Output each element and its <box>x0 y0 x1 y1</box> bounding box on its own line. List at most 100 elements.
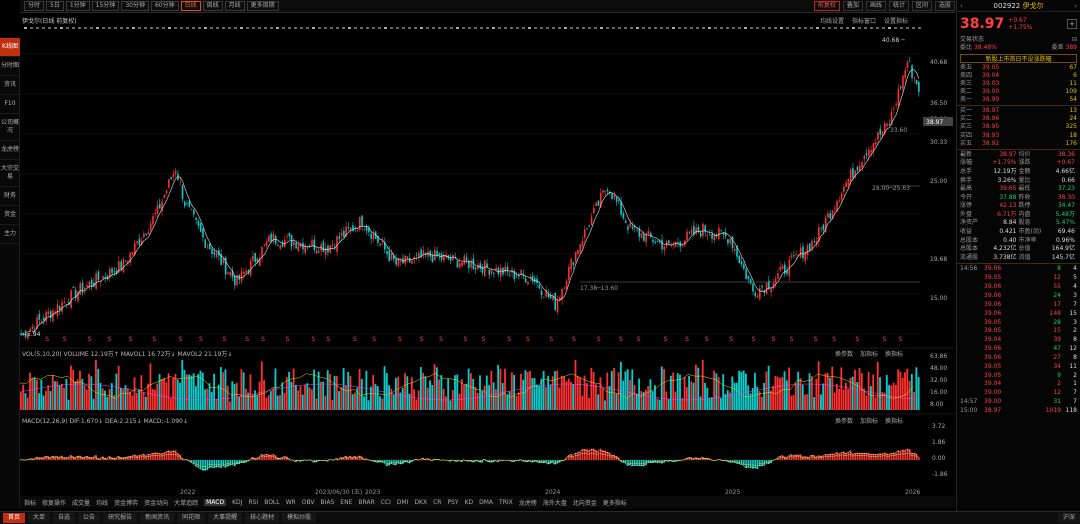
signal-marker: S <box>705 336 709 343</box>
volume-bar <box>522 379 525 410</box>
indicator-tab-14[interactable]: ENE <box>340 499 352 506</box>
candle-body <box>829 213 832 219</box>
footer-tab-2[interactable]: 自选 <box>53 513 76 523</box>
left-tab-0[interactable]: K线图 <box>0 38 20 57</box>
period-button-5[interactable]: 60分钟 <box>150 1 179 11</box>
volume-bar <box>51 374 54 410</box>
candle-body <box>747 275 750 280</box>
footer-tab-7[interactable]: 大事提醒 <box>208 513 243 523</box>
indicator-tab-23[interactable]: TRIX <box>499 499 513 506</box>
indicator-tab-13[interactable]: BIAS <box>320 499 334 506</box>
event-marker <box>900 27 903 29</box>
stat-label: 收益 <box>960 228 973 236</box>
period-button-9[interactable]: 更多周期 <box>246 1 279 11</box>
indicator-tab-15[interactable]: BRAR <box>358 499 374 506</box>
footer-tab-9[interactable]: 模拟炒股 <box>282 513 317 523</box>
tool-button-5[interactable]: 选股 <box>934 1 955 11</box>
indicator-tab-25[interactable]: 海外大盘 <box>543 498 567 507</box>
indicator-tab-19[interactable]: CR <box>433 499 441 506</box>
indicator-tab-6[interactable]: 大单追踪 <box>174 498 198 507</box>
tool-button-1[interactable]: 叠加 <box>842 1 863 11</box>
left-tab-3[interactable]: F10 <box>0 95 20 114</box>
indicator-tab-22[interactable]: DMA <box>479 499 493 506</box>
ratio-row: 委比 38.48% 委差 389 <box>960 44 1077 52</box>
event-marker <box>30 27 33 29</box>
kline-chart[interactable]: 伊戈尔(日线 前复权)均线设置指标窗口设置指标40.6836.5032.1230… <box>19 14 955 496</box>
candle-body <box>756 295 759 298</box>
period-button-6[interactable]: 日线 <box>180 1 201 11</box>
volume-bar <box>504 368 506 410</box>
footer-tab-6[interactable]: 同花顺 <box>177 513 206 523</box>
indicator-tab-26[interactable]: 北向资金 <box>573 498 597 507</box>
candle-body <box>297 245 300 252</box>
stat-value: 12.19万 <box>993 167 1017 175</box>
volume-bar <box>201 372 204 410</box>
indicator-tab-8[interactable]: KDJ <box>232 499 242 506</box>
indicator-tab-17[interactable]: DMI <box>397 499 409 506</box>
left-tab-4[interactable]: 公司概况 <box>0 114 20 141</box>
left-tab-2[interactable]: 资讯 <box>0 76 20 95</box>
candle-body <box>490 270 493 274</box>
candle-body <box>743 264 745 269</box>
indicator-tab-16[interactable]: CCI <box>381 499 391 506</box>
indicator-tab-4[interactable]: 资金博弈 <box>114 498 138 507</box>
left-tab-8[interactable]: 资金 <box>0 206 20 225</box>
footer-tab-5[interactable]: 新闻资讯 <box>140 513 175 523</box>
candle-body <box>674 241 677 247</box>
left-tab-6[interactable]: 大宗交易 <box>0 160 20 187</box>
indicator-tab-11[interactable]: WR <box>286 499 296 506</box>
chart-area[interactable]: 伊戈尔(日线 前复权)均线设置指标窗口设置指标40.6836.5032.1230… <box>19 14 955 504</box>
footer-tab-8[interactable]: 核心题材 <box>245 513 280 523</box>
alert-banner[interactable]: 新股上市首日不设涨跌幅 <box>960 53 1077 63</box>
volume-bar <box>297 390 300 410</box>
period-button-2[interactable]: 1分钟 <box>65 1 90 11</box>
indicator-tab-7[interactable]: MACD <box>204 498 227 506</box>
tool-button-2[interactable]: 画线 <box>865 1 886 11</box>
volume-bar <box>442 388 445 410</box>
footer-tab-0[interactable]: 首页 <box>3 513 26 523</box>
indicator-tab-24[interactable]: 龙虎榜 <box>519 498 537 507</box>
footer-tab-1[interactable]: 大单 <box>28 513 51 523</box>
tool-button-4[interactable]: 区间 <box>911 1 932 11</box>
indicator-tab-2[interactable]: 成交量 <box>72 498 90 507</box>
signal-marker: S <box>752 336 756 343</box>
period-button-0[interactable]: 分时 <box>24 1 45 11</box>
indicator-tab-3[interactable]: 均线 <box>96 498 108 507</box>
left-tab-5[interactable]: 龙虎榜 <box>0 141 20 160</box>
indicator-tab-12[interactable]: OBV <box>302 499 315 506</box>
left-tab-7[interactable]: 财务 <box>0 187 20 206</box>
indicator-tab-10[interactable]: BOLL <box>264 499 279 506</box>
candle-body <box>895 103 897 106</box>
footer-tab-3[interactable]: 公告 <box>78 513 101 523</box>
volume-bar <box>640 390 643 410</box>
tick-price: 39.06 <box>984 265 1002 273</box>
period-button-7[interactable]: 周线 <box>202 1 223 11</box>
volume-bar <box>147 383 150 410</box>
volume-bar <box>740 371 743 410</box>
add-watch-icon[interactable]: + <box>1067 19 1077 29</box>
indicator-tab-18[interactable]: DKX <box>414 499 427 506</box>
indicator-tab-1[interactable]: 修复操作 <box>42 498 66 507</box>
tool-button-3[interactable]: 统计 <box>888 1 909 11</box>
period-button-3[interactable]: 15分钟 <box>91 1 120 11</box>
stat-value: 3.738亿 <box>993 253 1017 261</box>
period-button-4[interactable]: 30分钟 <box>121 1 149 11</box>
indicator-tab-9[interactable]: RSI <box>248 499 258 506</box>
stat-label: 总手 <box>960 167 973 175</box>
left-tab-9[interactable]: 主力 <box>0 225 20 244</box>
tool-button-0[interactable]: 前复权 <box>813 1 840 11</box>
footer-tab-4[interactable]: 研究报告 <box>103 513 138 523</box>
indicator-tab-20[interactable]: PSY <box>447 499 458 506</box>
prev-stock-icon[interactable]: ‹ <box>960 2 963 10</box>
indicator-tab-0[interactable]: 指标 <box>24 498 36 507</box>
volume-bar <box>897 369 900 410</box>
period-button-1[interactable]: 5日 <box>46 1 64 11</box>
indicator-tab-21[interactable]: KD <box>465 499 474 506</box>
footer-right[interactable]: 沪深 <box>1057 513 1080 523</box>
indicator-tab-5[interactable]: 资金动向 <box>144 498 168 507</box>
volume-bar <box>558 387 561 410</box>
next-stock-icon[interactable]: › <box>1074 2 1077 10</box>
indicator-tab-27[interactable]: 更多指标 <box>603 498 627 507</box>
left-tab-1[interactable]: 分时图 <box>0 57 20 76</box>
period-button-8[interactable]: 月线 <box>224 1 245 11</box>
